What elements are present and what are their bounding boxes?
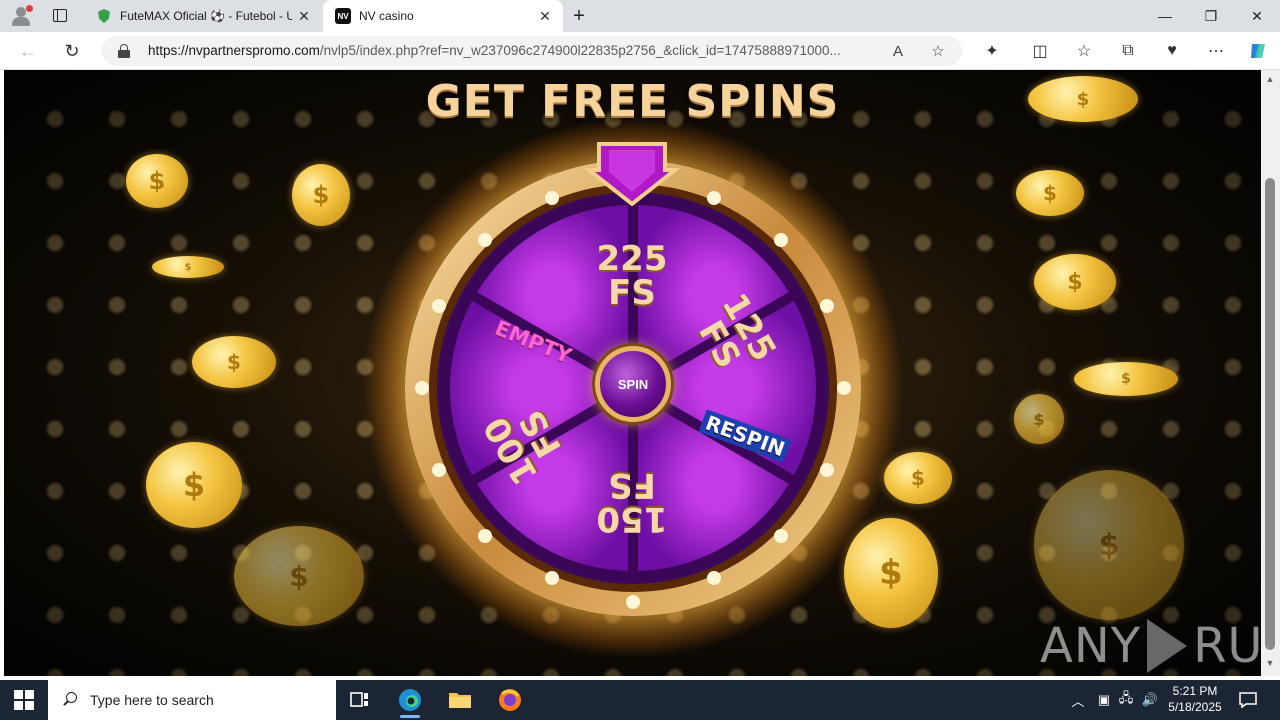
url-text[interactable]: https://nvpartnerspromo.com/nvlp5/index.… <box>148 43 878 58</box>
prize-wheel: 225 FS 125 FS RESPIN 150 FS 100 FS EMPTY… <box>4 70 1261 676</box>
clock-date: 5/18/2025 <box>1168 700 1222 714</box>
scroll-up-arrow-icon[interactable]: ▲ <box>1265 74 1275 84</box>
task-view-icon[interactable] <box>336 680 384 720</box>
browser-essentials-icon[interactable]: ♥ <box>1158 38 1186 64</box>
browser-tab-bar: FuteMAX Oficial ⚽ - Futebol - U ✕ NV NV … <box>0 0 1280 32</box>
address-bar[interactable]: https://nvpartnerspromo.com/nvlp5/index.… <box>102 36 962 66</box>
play-icon <box>1147 619 1188 673</box>
back-button[interactable]: ← <box>14 37 42 65</box>
restore-button[interactable]: ❐ <box>1188 0 1234 32</box>
close-tab-icon[interactable]: ✕ <box>292 4 316 28</box>
windows-start-icon[interactable] <box>14 690 34 710</box>
close-tab-icon[interactable]: ✕ <box>533 4 557 28</box>
tray-device-icon[interactable]: ▣ <box>1094 680 1114 720</box>
shield-favicon-icon <box>96 8 112 24</box>
taskbar-clock[interactable]: 5:21 PM 5/18/2025 <box>1160 683 1230 715</box>
clock-time: 5:21 PM <box>1172 684 1218 698</box>
close-window-button[interactable]: ✕ <box>1234 0 1280 32</box>
url-host: https://nvpartnerspromo.com <box>148 43 320 58</box>
page-viewport: $ $ $ $ $ $ $ $ $ $ $ $ $ $ GET FREE SPI… <box>4 70 1261 676</box>
tab-actions-icon[interactable] <box>50 6 70 26</box>
watermark-right-text: RUN <box>1193 618 1261 674</box>
scroll-down-arrow-icon[interactable]: ▼ <box>1265 658 1275 668</box>
split-screen-icon[interactable]: ◫ <box>1026 38 1054 64</box>
segment-150-fs: 150 FS <box>592 465 672 539</box>
anyrun-watermark: ANY RUN <box>1040 616 1261 676</box>
new-tab-button[interactable]: + <box>566 4 592 28</box>
collections-icon[interactable]: ⧉ <box>1114 38 1142 64</box>
copilot-icon[interactable] <box>1244 38 1272 64</box>
segment-unit: FS <box>608 465 656 505</box>
browser-toolbar: ← ↻ https://nvpartnerspromo.com/nvlp5/in… <box>0 32 1280 70</box>
extensions-icon[interactable]: ✦ <box>978 38 1006 64</box>
wheel-pointer-icon <box>585 142 679 206</box>
segment-number: 225 <box>596 239 668 279</box>
edge-browser-icon[interactable] <box>386 680 434 720</box>
tab-nv-casino[interactable]: NV NV casino ✕ <box>323 0 563 32</box>
lock-icon[interactable] <box>118 44 130 58</box>
search-icon <box>62 692 78 708</box>
nv-favicon-icon: NV <box>335 8 351 24</box>
read-aloud-icon[interactable]: A <box>886 40 910 62</box>
favorite-star-icon[interactable]: ☆ <box>926 40 950 62</box>
watermark-left-text: ANY <box>1040 618 1142 674</box>
tab-title: NV casino <box>359 9 414 23</box>
network-icon[interactable]: 🖧 <box>1116 680 1136 720</box>
favorites-icon[interactable]: ☆ <box>1070 38 1098 64</box>
windows-taskbar: Type here to search ︿ ▣ 🖧 🔊 5:21 PM 5/18… <box>0 680 1280 720</box>
more-menu-icon[interactable]: ⋯ <box>1202 38 1230 64</box>
segment-225-fs: 225 FS <box>592 242 672 310</box>
tray-chevron-up-icon[interactable]: ︿ <box>1068 680 1088 720</box>
url-path: /nvlp5/index.php?ref=nv_w237096c274900l2… <box>319 43 841 58</box>
profile-avatar-icon[interactable] <box>8 4 34 28</box>
file-explorer-icon[interactable] <box>436 680 484 720</box>
volume-icon[interactable]: 🔊 <box>1140 680 1160 720</box>
firefox-icon[interactable] <box>486 680 534 720</box>
scrollbar-thumb[interactable] <box>1265 178 1275 650</box>
tab-title: FuteMAX Oficial ⚽ - Futebol - U <box>120 9 292 23</box>
spin-button[interactable]: SPIN <box>595 346 671 422</box>
tab-futemax[interactable]: FuteMAX Oficial ⚽ - Futebol - U ✕ <box>84 0 322 32</box>
search-placeholder: Type here to search <box>90 692 214 708</box>
refresh-button[interactable]: ↻ <box>58 37 86 65</box>
minimize-button[interactable]: — <box>1142 0 1188 32</box>
vertical-scrollbar[interactable]: ▲ ▼ <box>1261 70 1280 676</box>
segment-number: 150 <box>596 499 668 539</box>
taskbar-search-box[interactable]: Type here to search <box>48 680 336 720</box>
segment-unit: FS <box>608 273 656 313</box>
notifications-icon[interactable] <box>1234 680 1262 720</box>
